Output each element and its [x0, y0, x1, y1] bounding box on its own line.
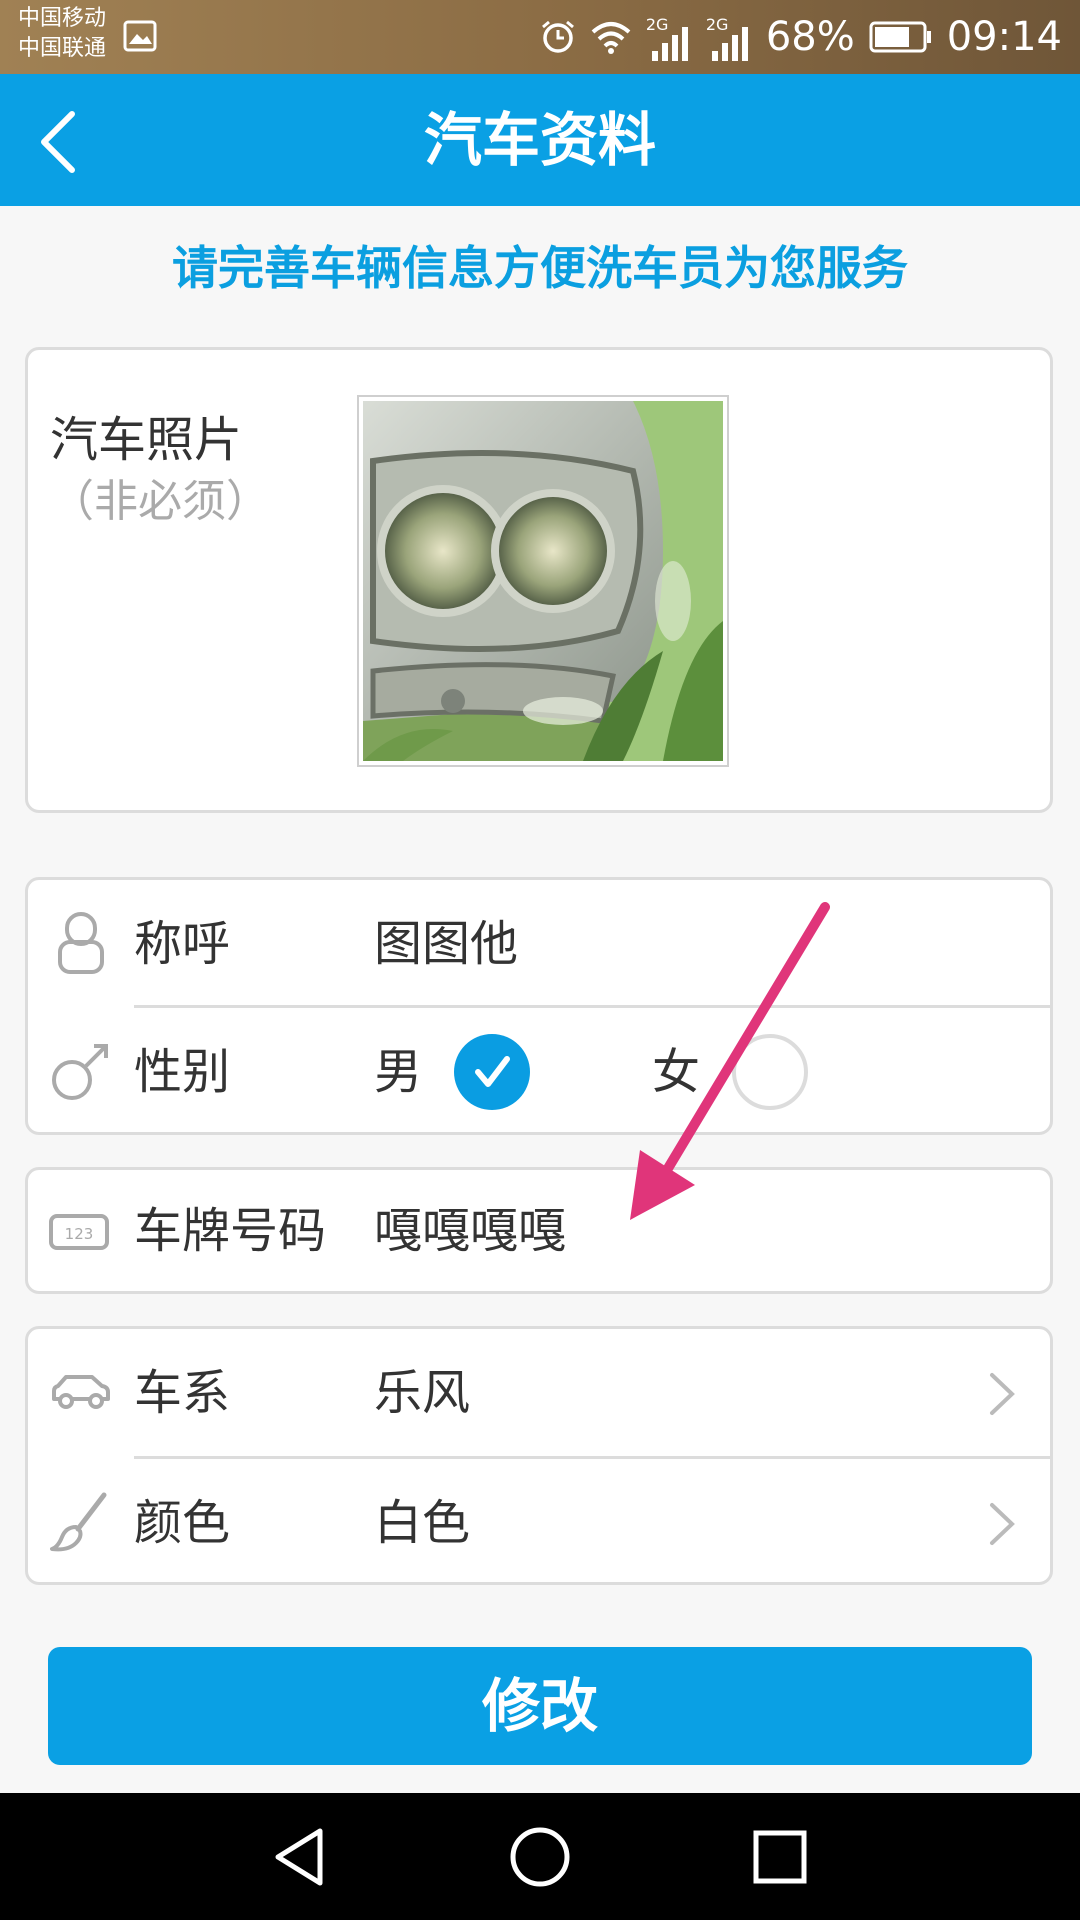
nav-back-icon[interactable] — [264, 1821, 336, 1893]
carrier-2: 中国联通 — [18, 36, 107, 61]
nav-home-icon[interactable] — [504, 1821, 576, 1893]
color-row[interactable]: 颜色 白色 — [28, 1459, 1050, 1587]
plate-value[interactable]: 嘎嘎嘎嘎 — [374, 1170, 566, 1292]
navigation-bar — [0, 1793, 1080, 1920]
alarm-icon — [541, 20, 574, 53]
color-label: 颜色 — [134, 1495, 231, 1551]
nickname-row[interactable]: 称呼 图图他 — [28, 880, 1050, 1008]
chevron-right-icon — [990, 1373, 1015, 1415]
signal-1-icon: 2G — [646, 13, 692, 61]
car-photo-image — [363, 401, 723, 761]
carrier-1: 中国移动 — [18, 6, 107, 31]
color-value: 白色 — [374, 1495, 471, 1551]
car-photo[interactable] — [357, 395, 729, 767]
status-bar: 中国移动 中国联通 2G 2G 68% 09:14 — [0, 0, 1080, 74]
nav-recents-icon[interactable] — [744, 1821, 816, 1893]
title-bar: 汽车资料 — [0, 74, 1080, 206]
gender-male-radio[interactable] — [454, 1034, 530, 1110]
checkmark-icon — [475, 1056, 510, 1087]
photo-label: 汽车照片 — [50, 412, 243, 468]
plate-card: 123 车牌号码 嘎嘎嘎嘎 — [25, 1167, 1053, 1294]
vehicle-card: 车系 乐风 颜色 白色 — [25, 1326, 1053, 1585]
car-photo-card: 汽车照片 （非必须） — [25, 347, 1053, 813]
series-value: 乐风 — [374, 1365, 471, 1421]
gallery-icon — [123, 20, 157, 52]
profile-card: 称呼 图图他 性别 男 女 — [25, 877, 1053, 1135]
hint-text: 请完善车辆信息方便洗车员为您服务 — [172, 241, 908, 295]
page-title: 汽车资料 — [423, 106, 656, 174]
battery-percent: 68% — [765, 14, 855, 60]
series-label: 车系 — [134, 1365, 231, 1421]
modify-button[interactable]: 修改 — [48, 1647, 1032, 1765]
wifi-icon — [591, 22, 631, 54]
series-row[interactable]: 车系 乐风 — [28, 1329, 1050, 1457]
person-icon — [58, 912, 104, 974]
brush-icon — [50, 1492, 107, 1552]
car-icon — [52, 1375, 110, 1409]
carrier-info: 中国移动 中国联通 — [18, 4, 106, 64]
photo-optional-label: （非必须） — [50, 476, 270, 527]
plate-row[interactable]: 123 车牌号码 嘎嘎嘎嘎 — [28, 1170, 1050, 1292]
gender-male-label[interactable]: 男 — [374, 1008, 422, 1136]
gender-label: 性别 — [134, 1044, 231, 1100]
chevron-right-icon — [990, 1503, 1015, 1545]
gender-row: 性别 男 女 — [28, 1008, 1050, 1136]
plate-number-icon: 123 — [49, 1214, 109, 1250]
signal-2-icon: 2G — [706, 13, 752, 61]
male-icon — [52, 1044, 108, 1100]
nickname-label: 称呼 — [134, 916, 231, 972]
plate-label: 车牌号码 — [134, 1203, 327, 1259]
back-icon[interactable] — [20, 96, 110, 186]
gender-female-label[interactable]: 女 — [652, 1008, 700, 1136]
svg-text:123: 123 — [65, 1225, 94, 1243]
nickname-value[interactable]: 图图他 — [374, 880, 518, 1008]
gender-female-radio[interactable] — [732, 1034, 808, 1110]
battery-icon — [869, 21, 931, 53]
clock: 09:14 — [946, 14, 1062, 60]
